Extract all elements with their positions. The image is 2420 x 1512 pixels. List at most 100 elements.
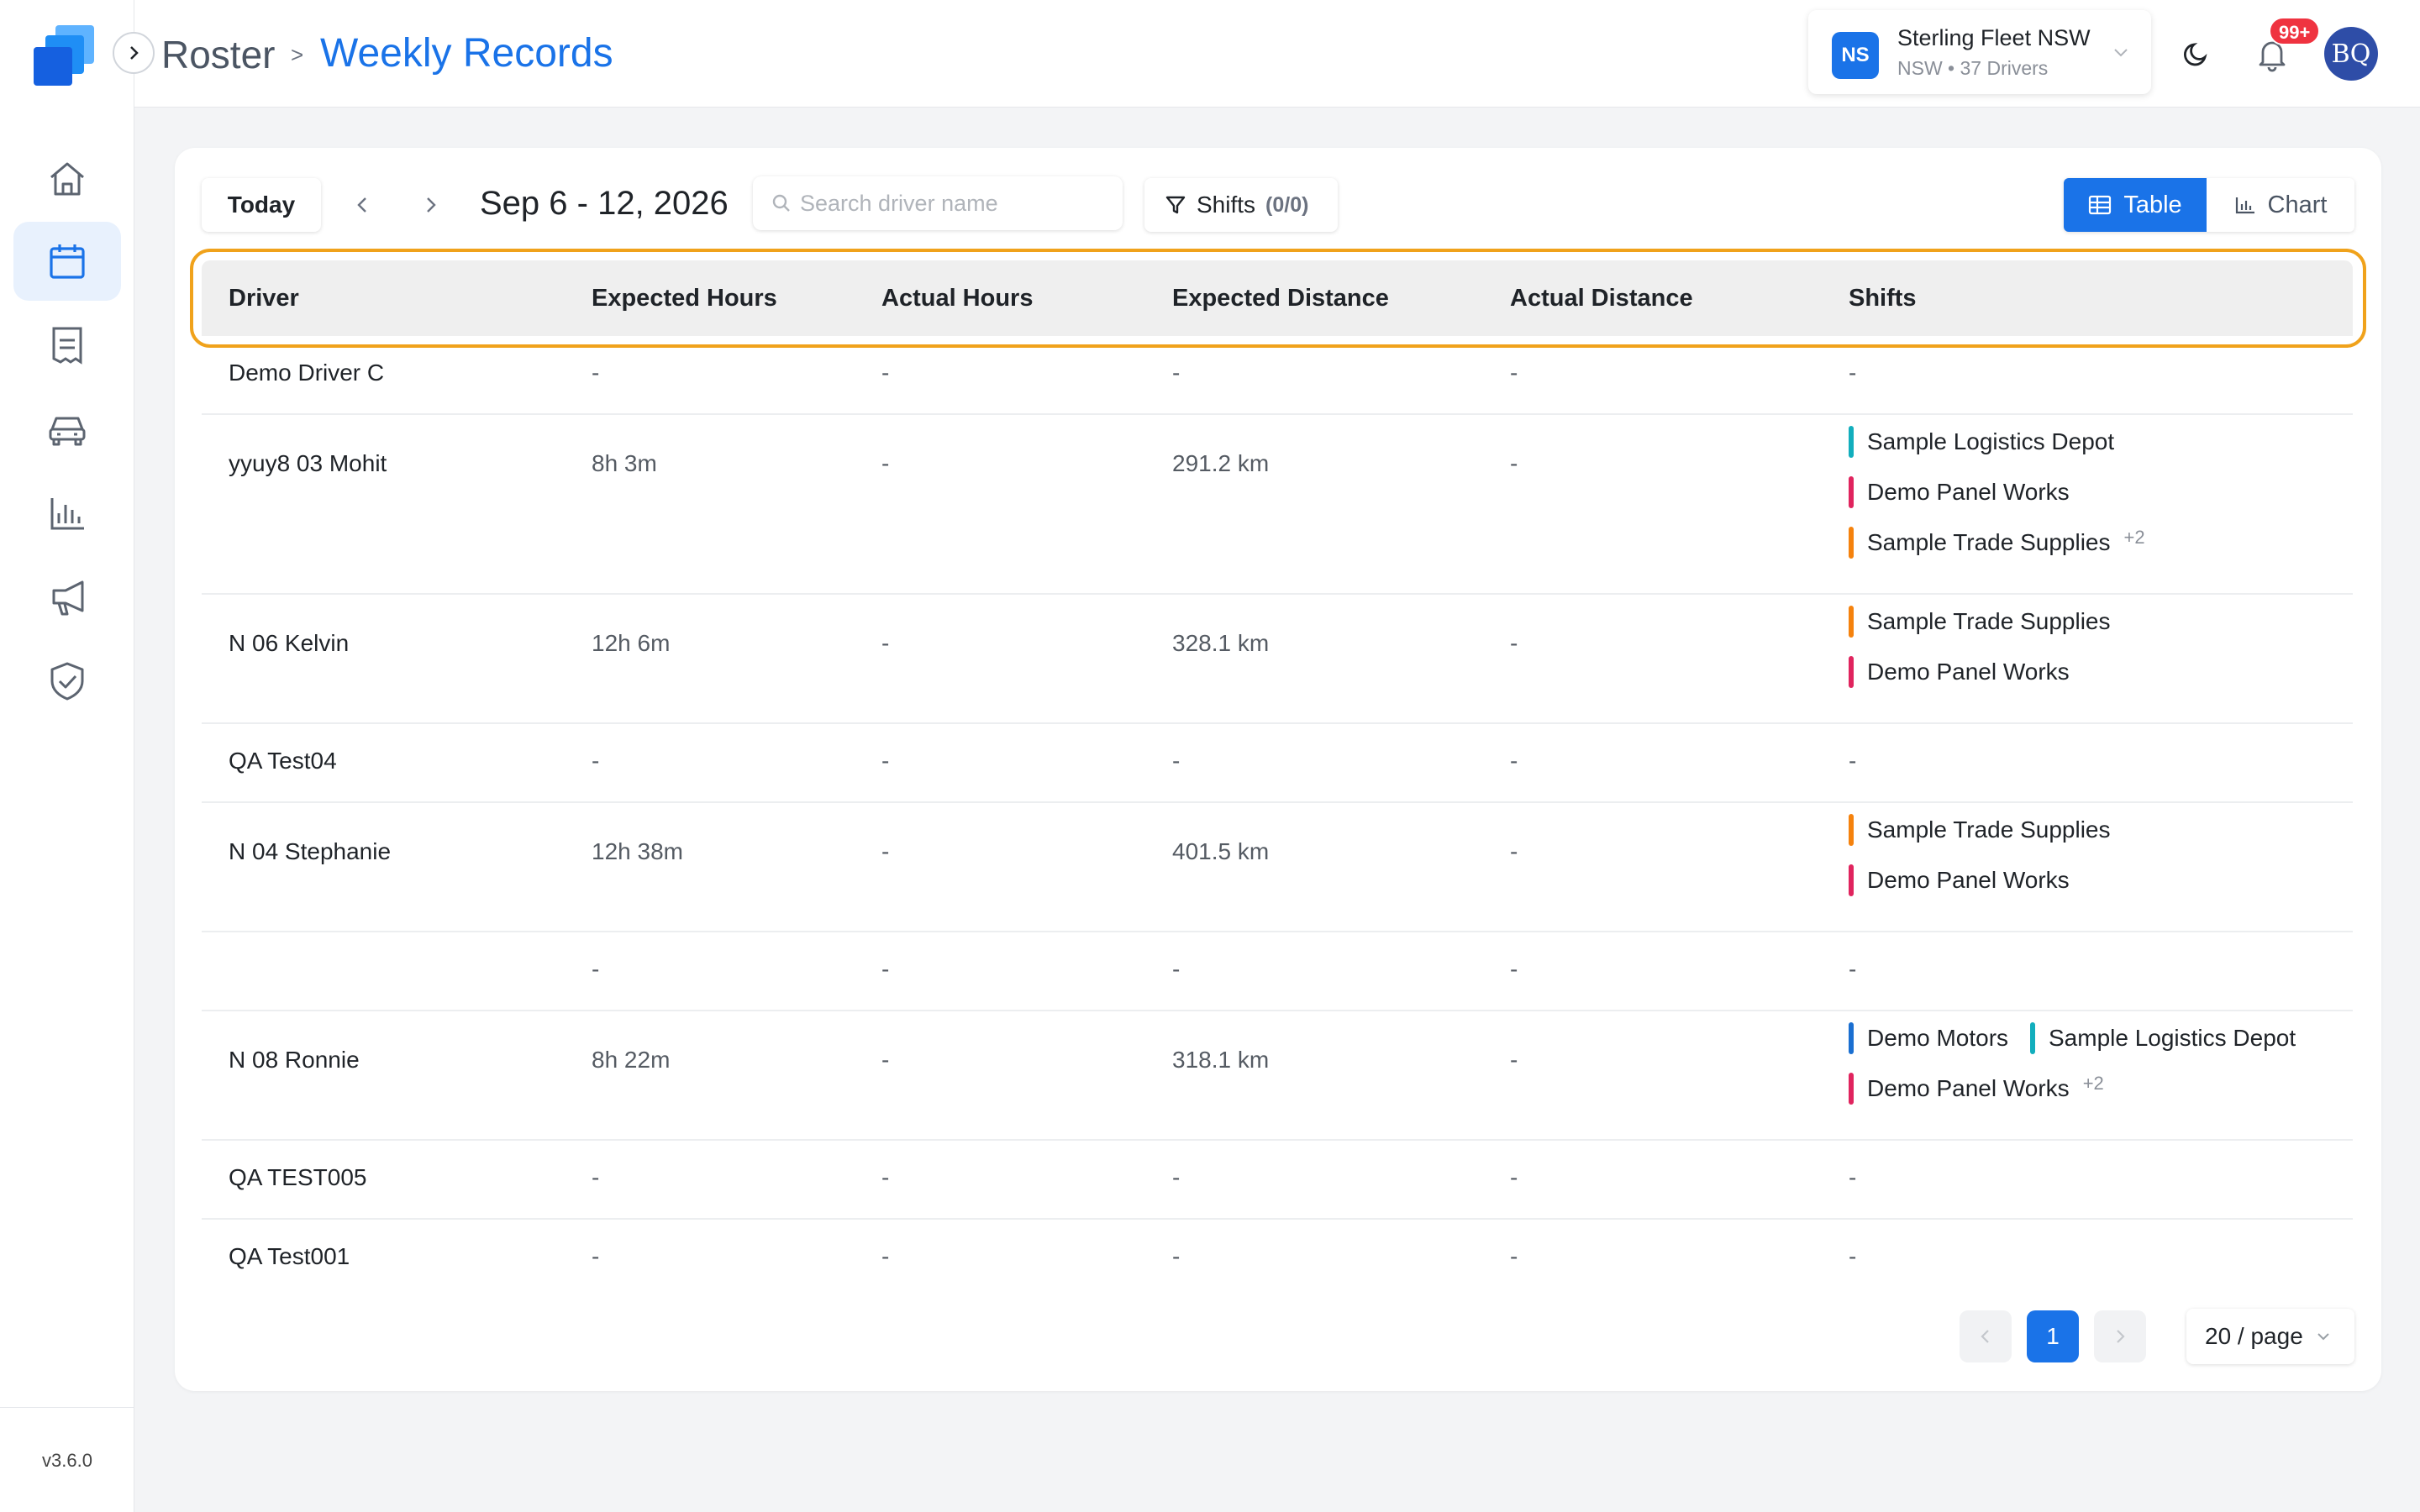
table-row[interactable]: yyuy8 03 Mohit 8h 3m - 291.2 km - Sample… [202, 415, 2353, 595]
table-row[interactable]: N 08 Ronnie 8h 22m - 318.1 km - Demo Mot… [202, 1011, 2353, 1141]
app-logo[interactable] [30, 22, 103, 94]
chevron-left-icon [1981, 1330, 1989, 1343]
table-view-label: Table [2123, 191, 2182, 218]
shift-tag[interactable]: Sample Trade Supplies [1849, 814, 2111, 846]
actual-hours: - [881, 838, 890, 864]
shift-tag[interactable]: Demo Panel Works +2 [1849, 1073, 2104, 1105]
actual-hours: - [881, 1243, 890, 1269]
actual-distance: - [1510, 838, 1518, 864]
driver-name[interactable]: QA Test04 [229, 748, 337, 774]
shield-check-icon [50, 662, 84, 701]
shift-tag-label: Demo Panel Works [1867, 1075, 2070, 1101]
shift-color-bar [1849, 476, 1854, 508]
shift-tag[interactable]: Demo Panel Works [1849, 656, 2070, 688]
driver-name[interactable]: QA Test001 [229, 1243, 350, 1270]
sidebar-item-reports[interactable] [13, 474, 121, 553]
driver-name[interactable]: N 08 Ronnie [229, 1047, 360, 1074]
expected-hours: - [592, 1164, 600, 1190]
previous-week-button[interactable] [343, 185, 383, 225]
shift-color-bar [1849, 606, 1854, 638]
table-row[interactable]: N 06 Kelvin 12h 6m - 328.1 km - Sample T… [202, 595, 2353, 724]
more-shifts-count[interactable]: +2 [2124, 527, 2145, 549]
shift-tag[interactable]: Demo Panel Works [1849, 864, 2070, 896]
shift-tag-label: Demo Panel Works [1867, 867, 2070, 893]
actual-hours: - [881, 1047, 890, 1073]
expected-hours: - [592, 748, 600, 774]
chevron-right-icon [427, 197, 436, 213]
sidebar-item-roster[interactable] [13, 222, 121, 301]
breadcrumb-root[interactable]: Roster [161, 32, 275, 77]
driver-name[interactable]: yyuy8 03 Mohit [229, 450, 387, 477]
sidebar-expand-button[interactable] [113, 32, 155, 74]
table-row[interactable]: - - - - - [202, 932, 2353, 1011]
current-page[interactable]: 1 [2027, 1310, 2079, 1362]
breadcrumb-separator: > [291, 42, 304, 67]
actual-distance: - [1510, 1047, 1518, 1073]
column-header-shifts[interactable]: Shifts [1849, 285, 1917, 312]
avatar[interactable]: BQ [2324, 27, 2378, 81]
actual-distance: - [1510, 748, 1518, 774]
actual-hours: - [881, 748, 890, 774]
shift-tag[interactable]: Sample Trade Supplies +2 [1849, 527, 2145, 559]
table-view-button[interactable]: Table [2064, 178, 2207, 232]
shifts-filter-button[interactable]: Shifts (0/0) [1144, 178, 1338, 232]
driver-name[interactable]: Demo Driver C [229, 360, 384, 386]
weekly-records-card: Today Sep 6 - 12, 2026 Shifts (0/0) Tabl… [175, 148, 2381, 1391]
column-header-actual-hours[interactable]: Actual Hours [881, 285, 1033, 312]
column-header-actual-distance[interactable]: Actual Distance [1510, 285, 1693, 312]
previous-page-button[interactable] [1960, 1310, 2012, 1362]
expected-hours: - [592, 360, 600, 386]
shift-tag[interactable]: Sample Logistics Depot [2030, 1022, 2296, 1054]
sidebar-item-home[interactable] [13, 139, 121, 218]
table-row[interactable]: QA Test04 - - - - - [202, 724, 2353, 803]
chart-view-button[interactable]: Chart [2207, 178, 2354, 232]
expected-distance: - [1172, 956, 1181, 982]
shift-tag[interactable]: Sample Logistics Depot [1849, 426, 2114, 458]
sidebar-item-announcements[interactable] [13, 558, 121, 637]
table-row[interactable]: N 04 Stephanie 12h 38m - 401.5 km - Samp… [202, 803, 2353, 932]
sidebar-item-records[interactable] [13, 306, 121, 385]
shift-tag-label: Demo Motors [1867, 1025, 2009, 1051]
column-header-expected-distance[interactable]: Expected Distance [1172, 285, 1389, 312]
sidebar-item-vehicles[interactable] [13, 390, 121, 469]
table-header-row: Driver Expected Hours Actual Hours Expec… [202, 260, 2353, 336]
expected-distance: - [1172, 1164, 1181, 1190]
moon-icon[interactable] [2180, 37, 2213, 71]
shifts-filter-label: Shifts [1197, 192, 1256, 218]
driver-name[interactable]: N 04 Stephanie [229, 838, 391, 865]
organization-switcher[interactable]: NS Sterling Fleet NSW NSW • 37 Drivers [1808, 10, 2151, 94]
org-badge: NS [1832, 32, 1879, 79]
column-header-driver[interactable]: Driver [229, 285, 299, 312]
table-row[interactable]: Demo Driver C - - - - - [202, 336, 2353, 415]
driver-search[interactable] [753, 176, 1123, 230]
next-week-button[interactable] [410, 185, 450, 225]
table-row[interactable]: QA TEST005 - - - - - [202, 1141, 2353, 1220]
shift-tag[interactable]: Sample Trade Supplies [1849, 606, 2111, 638]
driver-name[interactable]: N 06 Kelvin [229, 630, 349, 657]
page-size-select[interactable]: 20 / page [2186, 1309, 2354, 1364]
driver-name[interactable]: QA TEST005 [229, 1164, 366, 1191]
table-icon [2089, 195, 2112, 215]
shifts-filter-count: (0/0) [1265, 192, 1309, 217]
today-button[interactable]: Today [202, 178, 321, 232]
actual-hours: - [881, 450, 890, 476]
expected-hours: - [592, 956, 600, 982]
filter-icon [1165, 196, 1186, 214]
shift-tag-label: Sample Trade Supplies [1867, 816, 2111, 843]
chevron-left-icon [357, 197, 366, 213]
date-range: Sep 6 - 12, 2026 [480, 185, 729, 222]
shifts-cell: - [1849, 956, 1857, 982]
page-title: Weekly Records [320, 31, 613, 76]
search-input[interactable] [800, 176, 1111, 230]
column-header-expected-hours[interactable]: Expected Hours [592, 285, 777, 312]
next-page-button[interactable] [2094, 1310, 2146, 1362]
more-shifts-count[interactable]: +2 [2083, 1073, 2104, 1095]
table-row[interactable]: QA Test001 - - - - - [202, 1220, 2353, 1299]
shift-tag-label: Demo Panel Works [1867, 479, 2070, 505]
actual-hours: - [881, 1164, 890, 1190]
expected-hours: 8h 3m [592, 450, 657, 476]
sidebar-item-compliance[interactable] [13, 642, 121, 721]
shift-tag[interactable]: Demo Motors [1849, 1022, 2008, 1054]
shift-tag[interactable]: Demo Panel Works [1849, 476, 2070, 508]
actual-hours: - [881, 360, 890, 386]
